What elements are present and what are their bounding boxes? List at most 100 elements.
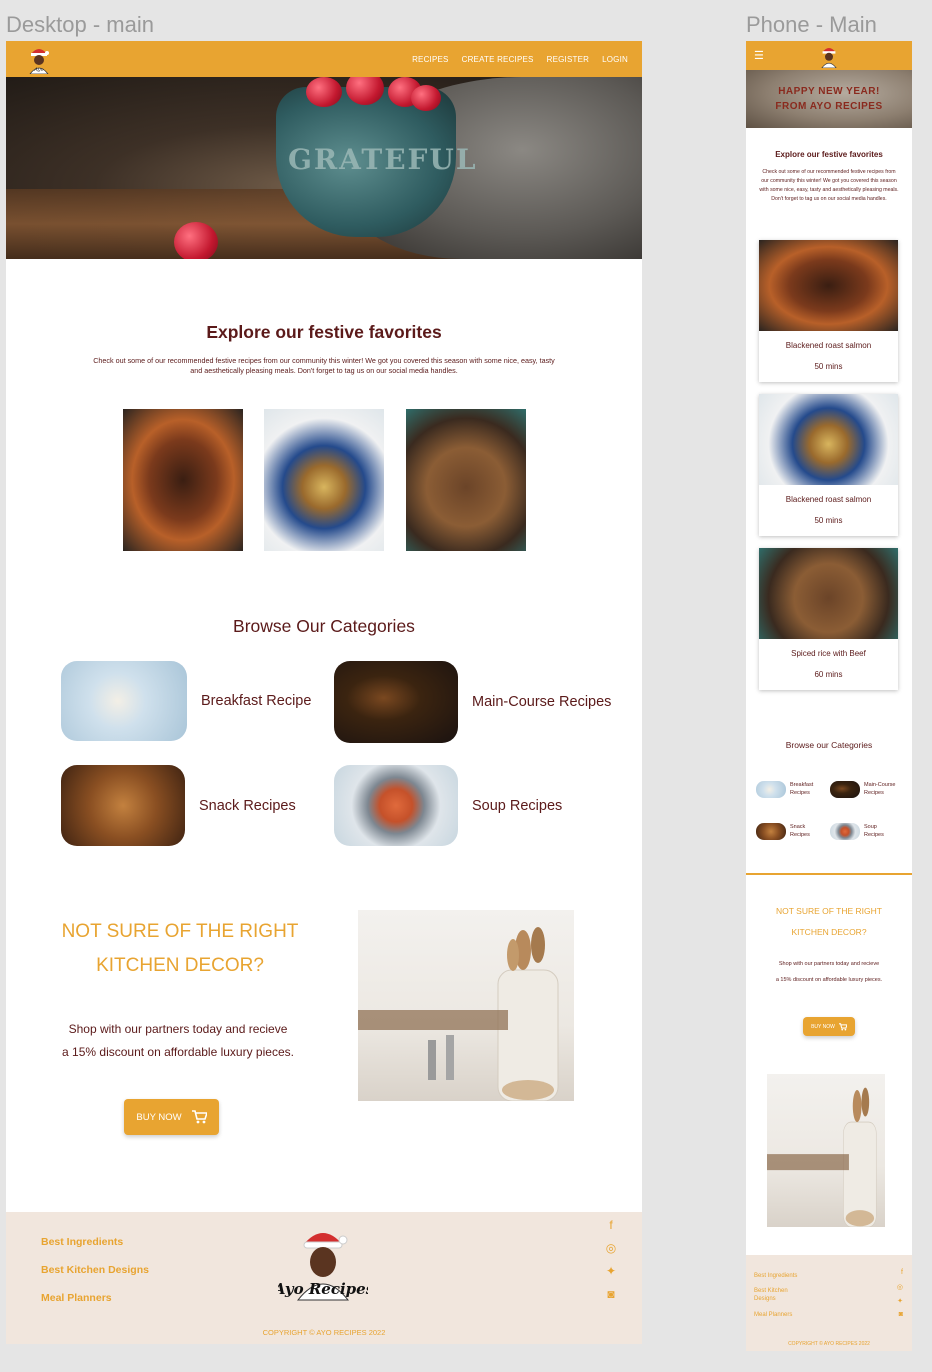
copyright: COPYRIGHT © AYO RECIPES 2022 [262,1328,386,1337]
discord-icon[interactable]: ◙ [899,1311,903,1318]
recipe-card-image [759,394,898,485]
chef-logo-icon[interactable] [817,44,841,68]
recipe-card-title: Blackened roast salmon [785,341,872,350]
phone-frame-title: Phone - Main [746,12,877,37]
category-snack[interactable]: Snack Recipes [61,765,296,846]
phone-category-image [756,781,786,798]
recipe-card[interactable]: Blackened roast salmon 50 mins [759,394,898,536]
hero-bowl-text: GRATEFUL [288,143,478,176]
decor-text-line1: Shop with our partners today and recieve [68,1022,288,1036]
twitter-icon[interactable]: ✦ [604,1264,618,1278]
festive-text: Check out some of our recommended festiv… [93,356,555,375]
phone-category-label: Main-Course Recipes [864,782,896,796]
svg-text:Ayo: Ayo [33,67,43,73]
phone-category-snack[interactable]: Snack Recipes [756,823,824,840]
phone-footer-link[interactable]: Best Kitchen Designs [754,1287,804,1303]
phone-buy-now-button[interactable]: BUY NOW [803,1017,855,1036]
footer-link-ingredients[interactable]: Best Ingredients [41,1236,123,1248]
recipe-card-image [759,548,898,639]
recipe-card-title: Spiced rice with Beef [791,649,866,658]
category-main-course-image [334,661,458,743]
category-breakfast-image [61,661,187,741]
nav-recipes[interactable]: RECIPES [412,55,449,64]
decor-title-line1: NOT SURE OF THE RIGHT [61,921,299,942]
phone-category-image [830,781,860,798]
recipe-card[interactable]: Spiced rice with Beef 60 mins [759,548,898,690]
phone-category-soup[interactable]: Soup Recipes [830,823,898,840]
facebook-icon[interactable]: f [901,1269,903,1276]
buy-now-button[interactable]: BUY NOW [124,1099,219,1135]
phone-buy-now-label: BUY NOW [811,1023,835,1030]
recipe-card[interactable]: Blackened roast salmon 50 mins [759,240,898,382]
phone-category-main-course[interactable]: Main-Course Recipes [830,781,898,798]
phone-hero-text: HAPPY NEW YEAR! FROM AYO RECIPES [746,84,912,114]
buy-now-label: BUY NOW [136,1111,182,1123]
recipe-card-image [759,240,898,331]
footer-logo: Ayo Recipes [272,1222,375,1302]
hamburger-icon[interactable]: ☰ [754,49,764,62]
instagram-icon[interactable]: ◎ [897,1283,903,1291]
phone-decor-text-line1: Shop with our partners today and recieve [778,961,880,967]
desktop-page: Ayo RECIPES CREATE RECIPES REGISTER LOGI… [6,41,642,1344]
hero-image: GRATEFUL [6,77,642,259]
instagram-icon[interactable]: ◎ [604,1241,618,1255]
festive-title: Explore our festive favorites [206,322,442,342]
recipe-card-time: 60 mins [814,670,843,679]
phone-category-label: Breakfast Recipes [790,782,814,796]
category-soup-label: Soup Recipes [472,797,563,814]
phone-category-image [830,823,860,840]
discord-icon[interactable]: ◙ [604,1287,618,1301]
phone-footer-link[interactable]: Meal Planners [754,1311,792,1319]
category-main-course-label: Main-Course Recipes [472,694,612,710]
phone-category-label: Soup Recipes [864,824,884,838]
phone-decor-title-line1: NOT SURE OF THE RIGHT [776,906,882,916]
phone-kitchen-decor-image [767,1074,885,1227]
logo-text: Ayo Recipes [278,1280,368,1298]
phone-navbar: ☰ [746,41,912,70]
phone-footer-link[interactable]: Best Ingredients [754,1272,797,1280]
phone-festive-title: Explore our festive favorites [775,150,883,159]
recipe-card-time: 50 mins [814,516,843,525]
phone-hero-line2: FROM AYO RECIPES [775,101,883,112]
category-breakfast-label: Breakfast Recipe [201,693,312,709]
nav-register[interactable]: REGISTER [547,55,590,64]
phone-decor-text: Shop with our partners today and recieve… [746,956,912,988]
phone-hero-line1: HAPPY NEW YEAR! [778,86,880,97]
section-divider [746,873,912,875]
nav-links: RECIPES CREATE RECIPES REGISTER LOGIN [412,55,628,64]
footer-link-meal-planners[interactable]: Meal Planners [41,1292,112,1304]
phone-hero: HAPPY NEW YEAR! FROM AYO RECIPES [746,70,912,128]
phone-festive-text: Check out some of our recommended festiv… [759,169,899,202]
twitter-icon[interactable]: ✦ [897,1297,903,1305]
phone-footer: Best Ingredients Best Kitchen Designs Me… [746,1255,912,1351]
categories-title: Browse Our Categories [233,616,415,636]
decor-text-line2: a 15% discount on affordable luxury piec… [62,1045,294,1059]
chef-logo-icon: Ayo [29,49,49,75]
category-breakfast[interactable]: Breakfast Recipe [61,661,311,741]
festive-image-rice[interactable] [406,409,526,551]
decor-text: Shop with our partners today and recieve… [46,1018,310,1064]
facebook-icon[interactable]: f [604,1218,618,1232]
phone-page: ☰ HAPPY NEW YEAR! FROM AYO RECIPES Explo… [746,41,912,1351]
nav-create-recipes[interactable]: CREATE RECIPES [462,55,534,64]
decor-title-line2: KITCHEN DECOR? [96,955,264,976]
phone-category-breakfast[interactable]: Breakfast Recipes [756,781,824,798]
kitchen-decor-image [358,910,574,1101]
decor-title: NOT SURE OF THE RIGHT KITCHEN DECOR? [44,915,316,983]
footer-link-kitchen-designs[interactable]: Best Kitchen Designs [41,1264,149,1276]
category-soup[interactable]: Soup Recipes [334,765,562,846]
recipe-card-time: 50 mins [814,362,843,371]
phone-categories-title: Browse our Categories [785,740,873,750]
category-main-course[interactable]: Main-Course Recipes [334,661,611,743]
nav-login[interactable]: LOGIN [602,55,628,64]
cart-icon [191,1110,207,1124]
phone-category-image [756,823,786,840]
navbar: Ayo RECIPES CREATE RECIPES REGISTER LOGI… [6,41,642,77]
phone-decor-title-line2: KITCHEN DECOR? [791,927,867,937]
cart-icon [838,1022,847,1031]
category-snack-image [61,765,185,846]
logo[interactable]: Ayo [24,44,54,75]
chef-logo-icon: Ayo Recipes [272,1233,375,1301]
festive-image-salmon[interactable] [123,409,243,551]
festive-image-omelette[interactable] [264,409,384,551]
